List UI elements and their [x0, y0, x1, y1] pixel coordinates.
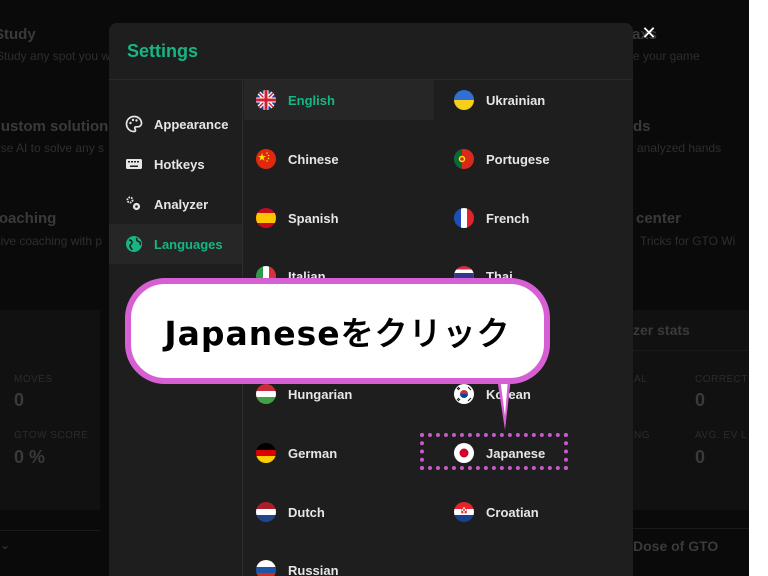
language-label: Russian — [288, 562, 339, 576]
bg-stat-label: AVG. EV L — [695, 430, 748, 441]
close-icon: ✕ — [641, 23, 657, 43]
globe-icon — [125, 235, 143, 253]
bg-footer-title: Dose of GTO — [633, 538, 719, 554]
sidebar-item-hotkeys[interactable]: Hotkeys — [109, 144, 242, 184]
language-label: Croatian — [486, 504, 539, 520]
bg-stat-label: CORRECT — [695, 374, 748, 385]
language-label: Spanish — [288, 210, 339, 226]
bg-stat-label: AL — [634, 374, 648, 385]
language-option-dutch[interactable]: Dutch — [244, 492, 434, 532]
bg-card-subtitle: Use AI to solve any s — [0, 141, 105, 155]
france-flag-icon — [454, 208, 474, 228]
hungary-flag-icon — [256, 384, 276, 404]
bg-card-title: ds — [633, 118, 651, 135]
bg-card-title: center — [636, 210, 682, 227]
bg-stats-panel-right — [633, 310, 749, 510]
language-label: English — [288, 92, 335, 108]
sidebar-item-label: Appearance — [154, 116, 229, 132]
bg-stat-label: GTOW SCORE — [14, 430, 89, 441]
language-option-croatian[interactable]: Croatian — [442, 492, 632, 532]
language-label: Portugese — [486, 151, 550, 167]
sidebar-item-label: Analyzer — [154, 196, 209, 212]
bg-card-subtitle: Live coaching with p — [0, 234, 103, 248]
bg-stat-value: 0 — [695, 447, 706, 467]
bg-divider — [633, 350, 749, 351]
china-flag-icon — [256, 149, 276, 169]
croatia-flag-icon — [454, 502, 474, 522]
bg-card-subtitle: analyzed hands — [637, 141, 722, 155]
portugal-flag-icon — [454, 149, 474, 169]
bg-stats-header: zer stats — [633, 322, 690, 338]
netherlands-flag-icon — [256, 502, 276, 522]
language-label: Chinese — [288, 151, 339, 167]
sidebar-item-label: Languages — [154, 236, 223, 252]
language-option-german[interactable]: German — [244, 433, 434, 473]
bg-card-title: Custom solutions — [0, 118, 117, 135]
language-option-portugese[interactable]: Portugese — [442, 139, 632, 179]
sidebar-item-appearance[interactable]: Appearance — [109, 104, 242, 144]
korea-flag-icon — [454, 384, 474, 404]
bg-stat-value: 0 — [695, 390, 706, 410]
bg-card-subtitle: Tricks for GTO Wi — [640, 234, 736, 248]
language-option-english[interactable]: English — [244, 80, 434, 120]
bg-stat-value: 0 — [14, 390, 25, 410]
sidebar-item-label: Hotkeys — [154, 156, 205, 172]
language-option-chinese[interactable]: Chinese — [244, 139, 434, 179]
language-option-ukrainian[interactable]: Ukrainian — [442, 80, 632, 120]
sidebar-item-languages[interactable]: Languages — [109, 224, 242, 264]
uk-flag-icon — [256, 90, 276, 110]
bg-card-subtitle: Study any spot you w — [0, 49, 111, 63]
bg-divider — [633, 528, 749, 529]
language-label: French — [486, 210, 530, 226]
callout-text: Japaneseをクリック — [164, 314, 511, 353]
language-option-french[interactable]: French — [442, 198, 632, 238]
japanese-highlight-box — [420, 433, 568, 470]
language-option-spanish[interactable]: Spanish — [244, 198, 434, 238]
close-button[interactable]: ✕ — [640, 24, 658, 42]
bg-divider — [0, 530, 100, 531]
germany-flag-icon — [256, 443, 276, 463]
russia-flag-icon — [256, 560, 276, 576]
language-label: German — [288, 445, 338, 461]
modal-title: Settings — [127, 41, 199, 61]
bg-card-subtitle: e your game — [633, 49, 700, 63]
bg-card-title: Coaching — [0, 210, 57, 227]
sidebar-item-analyzer[interactable]: Analyzer — [109, 184, 242, 224]
gears-icon — [125, 195, 143, 213]
language-option-russian[interactable]: Russian — [244, 550, 434, 576]
bg-card-title: Study — [0, 26, 36, 43]
spain-flag-icon — [256, 208, 276, 228]
palette-icon — [125, 115, 143, 133]
keyboard-icon — [125, 155, 143, 173]
chevron-down-icon: ⌄ — [0, 538, 11, 552]
language-label: Hungarian — [288, 386, 353, 402]
language-label: Ukrainian — [486, 92, 546, 108]
bg-stat-value: 0 % — [14, 447, 46, 467]
callout-pointer — [497, 378, 511, 430]
language-label: Dutch — [288, 504, 325, 520]
ukraine-flag-icon — [454, 90, 474, 110]
bg-stat-label: MOVES — [14, 374, 53, 385]
instruction-callout: Japaneseをクリック — [125, 278, 550, 384]
bg-stat-label: NG — [634, 430, 650, 441]
